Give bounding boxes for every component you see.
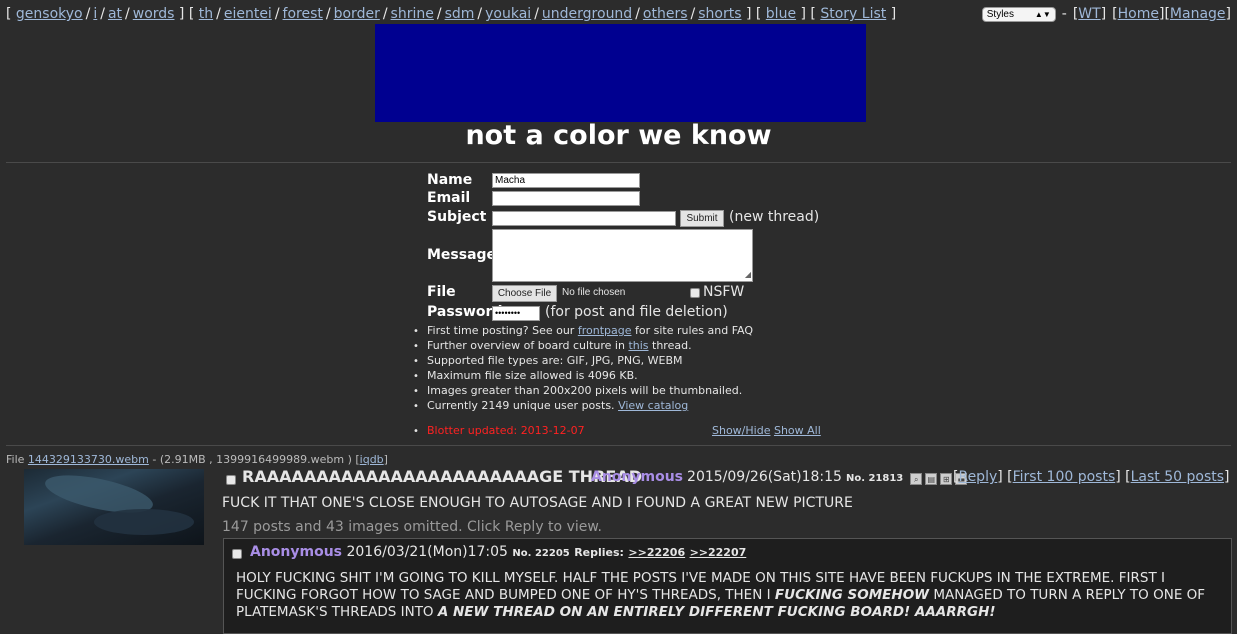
name-label: Name — [427, 172, 473, 188]
top-right-bar: Styles ▲▼ - [WT] [Home] [Manage] — [981, 6, 1231, 22]
culture-thread-link[interactable]: this — [628, 339, 648, 352]
nav-link-others[interactable]: others — [643, 6, 688, 22]
board-nav: [ gensokyo / i / at / words ] [ th / eientei / for… — [6, 6, 897, 22]
divider — [6, 162, 1231, 163]
nav-bracket: [ — [6, 6, 12, 22]
nsfw-label: NSFW — [703, 284, 745, 300]
show-all-link[interactable]: Show All — [774, 424, 821, 437]
op-post-header: Anonymous 2015/09/26(Sat)18:15 No. 21813… — [591, 469, 968, 485]
omitted-notice: 147 posts and 43 images omitted. Click R… — [222, 519, 602, 535]
post-author: Anonymous — [591, 469, 684, 485]
posting-rules: First time posting? See our frontpage fo… — [413, 324, 753, 414]
post-select-checkbox[interactable] — [226, 475, 236, 485]
reply-post-body: HOLY FUCKING SHIT I'M GOING TO KILL MYSE… — [236, 570, 1206, 620]
thread-subject: RAAAAAAAAAAAAAAAAAAAAAAAGE THREAD — [242, 467, 642, 486]
board-banner — [375, 24, 866, 122]
nav-link-wt[interactable]: WT — [1078, 6, 1100, 22]
op-post-body: FUCK IT THAT ONE'S CLOSE ENOUGH TO AUTOS… — [222, 495, 853, 511]
nav-link-shorts[interactable]: shorts — [698, 6, 741, 22]
iqdb-link[interactable]: iqdb — [360, 453, 384, 466]
post-number[interactable]: No. 22205 — [512, 548, 569, 559]
nav-link-gensokyo[interactable]: gensokyo — [16, 6, 83, 22]
file-info: File 144329133730.webm - (2.91MB , 13999… — [6, 453, 388, 466]
password-hint: (for post and file deletion) — [545, 304, 728, 320]
styles-select-label: Styles — [986, 8, 1014, 20]
nav-link-i[interactable]: i — [93, 6, 97, 22]
nav-link-story-list[interactable]: Story List — [820, 6, 886, 22]
reply-link[interactable]: Reply — [958, 469, 997, 485]
rule-item: Currently 2149 unique user posts. View c… — [413, 399, 753, 414]
message-label: Message — [427, 247, 497, 263]
reply-backlink[interactable]: >>22207 — [690, 546, 747, 559]
subject-field[interactable] — [492, 211, 676, 226]
blotter-controls: Show/Hide Show All — [712, 424, 821, 437]
divider — [6, 445, 1231, 446]
rule-item: Maximum file size allowed is 4096 KB. — [413, 369, 753, 384]
rule-item: Images greater than 200x200 pixels will … — [413, 384, 753, 399]
file-link[interactable]: 144329133730.webm — [28, 453, 149, 466]
search-icon[interactable]: ⌕ — [910, 473, 923, 485]
show-hide-link[interactable]: Show/Hide — [712, 424, 770, 437]
thread-links: [Reply] [First 100 posts] [Last 50 posts… — [953, 469, 1230, 485]
reply-post-header: Anonymous 2016/03/21(Mon)17:05 No. 22205… — [250, 544, 746, 560]
nav-link-th[interactable]: th — [199, 6, 213, 22]
reply-backlink[interactable]: >>22206 — [628, 546, 685, 559]
first-100-link[interactable]: First 100 posts — [1013, 469, 1116, 485]
chevron-updown-icon: ▲▼ — [1034, 9, 1051, 19]
nav-link-home[interactable]: Home — [1118, 6, 1159, 22]
post-number[interactable]: No. 21813 — [846, 473, 903, 484]
last-50-link[interactable]: Last 50 posts — [1131, 469, 1224, 485]
choose-file-button[interactable]: Choose File — [492, 285, 557, 302]
rule-item: First time posting? See our frontpage fo… — [413, 324, 753, 339]
styles-select[interactable]: Styles ▲▼ — [981, 6, 1056, 22]
email-label: Email — [427, 190, 471, 206]
new-thread-hint: (new thread) — [729, 209, 820, 225]
nav-link-at[interactable]: at — [108, 6, 122, 22]
post-time: 2016/03/21(Mon)17:05 — [346, 544, 508, 560]
nav-link-youkai[interactable]: youkai — [485, 6, 531, 22]
rule-item: Further overview of board culture in thi… — [413, 339, 753, 354]
post-time: 2015/09/26(Sat)18:15 — [687, 469, 842, 485]
file-label: File — [427, 284, 456, 300]
replies-label: Replies: — [574, 546, 624, 559]
rule-item: Supported file types are: GIF, JPG, PNG,… — [413, 354, 753, 369]
subject-label: Subject — [427, 209, 487, 225]
no-file-text: No file chosen — [562, 287, 626, 298]
frontpage-link[interactable]: frontpage — [578, 324, 632, 337]
nav-link-blue[interactable]: blue — [766, 6, 796, 22]
post-thumbnail[interactable] — [24, 469, 204, 545]
board-title: not a color we know — [465, 120, 772, 151]
post-select-checkbox[interactable] — [232, 549, 242, 559]
nav-link-eientei[interactable]: eientei — [224, 6, 272, 22]
email-field[interactable] — [492, 191, 640, 206]
submit-button[interactable]: Submit — [680, 210, 724, 227]
nsfw-checkbox[interactable] — [690, 288, 700, 298]
view-catalog-link[interactable]: View catalog — [618, 399, 688, 412]
nav-link-underground[interactable]: underground — [542, 6, 632, 22]
password-field[interactable]: •••••••• — [492, 306, 540, 321]
expand-icon[interactable]: ⊞ — [940, 473, 953, 485]
reply-post: Anonymous 2016/03/21(Mon)17:05 No. 22205… — [223, 538, 1232, 634]
nav-link-sdm[interactable]: sdm — [445, 6, 475, 22]
document-icon[interactable]: ▤ — [925, 473, 938, 485]
message-textarea[interactable]: ◢ — [492, 229, 753, 282]
blotter-notice: Blotter updated: 2013-12-07 — [413, 424, 585, 437]
name-field[interactable]: Macha — [492, 173, 640, 188]
nav-link-words[interactable]: words — [133, 6, 175, 22]
resize-handle-icon: ◢ — [744, 270, 751, 279]
nav-link-forest[interactable]: forest — [283, 6, 323, 22]
nav-link-shrine[interactable]: shrine — [391, 6, 434, 22]
post-author: Anonymous — [250, 544, 343, 560]
nav-link-manage[interactable]: Manage — [1170, 6, 1226, 22]
nav-link-border[interactable]: border — [334, 6, 380, 22]
